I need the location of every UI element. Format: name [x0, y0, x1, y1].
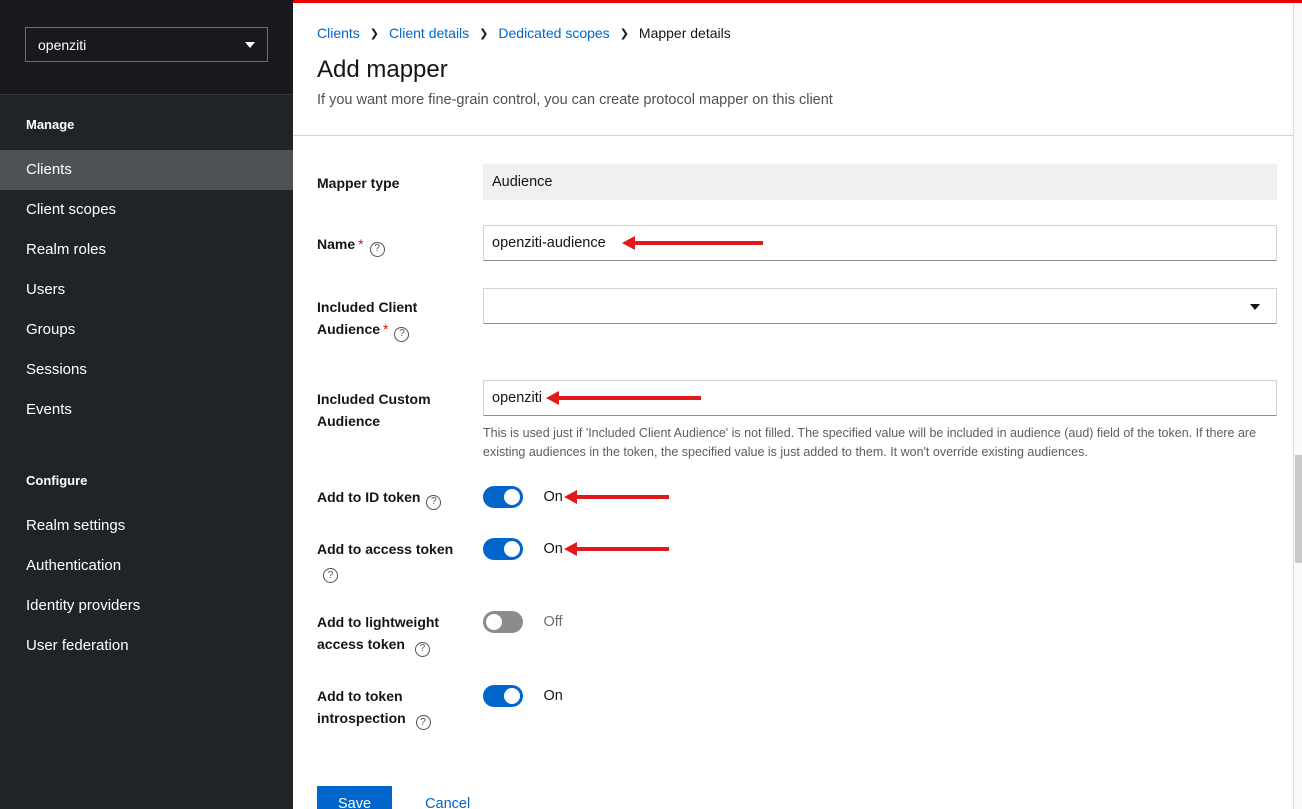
toggle-state-label: Off — [543, 611, 562, 633]
realm-selector-dropdown[interactable]: openziti — [25, 27, 268, 62]
sidebar-item-groups[interactable]: Groups — [0, 310, 293, 350]
nav-section-title: Manage — [0, 95, 293, 150]
sidebar: openziti Manage Clients Client scopes Re… — [0, 0, 293, 809]
page-title: Add mapper — [317, 55, 1277, 85]
included-custom-audience-row: Included Custom Audience This is used ju… — [317, 380, 1277, 463]
chevron-down-icon — [245, 42, 255, 48]
breadcrumb-separator-icon — [479, 25, 488, 43]
name-label: Name* — [317, 225, 483, 261]
mapper-type-row: Mapper type — [317, 164, 1277, 200]
breadcrumb-current: Mapper details — [639, 24, 731, 42]
help-icon[interactable] — [415, 642, 430, 657]
required-asterisk: * — [358, 236, 363, 252]
sidebar-header: openziti — [0, 0, 293, 95]
sidebar-item-clients[interactable]: Clients — [0, 150, 293, 190]
included-client-audience-row: Included Client Audience* — [317, 288, 1277, 342]
add-to-token-introspection-row: Add to token introspection On — [317, 685, 1277, 731]
scrollbar-thumb[interactable] — [1295, 455, 1302, 563]
annotation-arrow — [577, 495, 669, 499]
app-window: openziti Manage Clients Client scopes Re… — [0, 0, 1302, 809]
toggle-knob — [504, 688, 520, 704]
breadcrumb-separator-icon — [620, 25, 629, 43]
included-client-audience-label: Included Client Audience* — [317, 288, 483, 342]
included-custom-audience-label: Included Custom Audience — [317, 380, 483, 463]
sidebar-item-realm-settings[interactable]: Realm settings — [0, 506, 293, 546]
toggle-knob — [504, 489, 520, 505]
main-content: Clients Client details Dedicated scopes … — [293, 0, 1302, 809]
breadcrumb: Clients Client details Dedicated scopes … — [317, 24, 1277, 42]
help-icon[interactable] — [426, 495, 441, 510]
save-button[interactable]: Save — [317, 786, 392, 809]
page-subtitle: If you want more fine-grain control, you… — [317, 90, 1277, 110]
content-header: Clients Client details Dedicated scopes … — [293, 3, 1302, 136]
vertical-scrollbar[interactable] — [1293, 3, 1302, 809]
add-mapper-form: Mapper type Name* Included Clie — [293, 136, 1302, 809]
add-to-access-token-label: Add to access token — [317, 538, 483, 584]
toggle-knob — [504, 541, 520, 557]
add-to-token-introspection-label: Add to token introspection — [317, 685, 483, 731]
add-to-id-token-row: Add to ID token On — [317, 486, 1277, 510]
breadcrumb-separator-icon — [370, 25, 379, 43]
toggle-state-label: On — [543, 685, 562, 707]
included-custom-audience-field[interactable] — [483, 380, 1277, 416]
nav-section-manage: Manage Clients Client scopes Realm roles… — [0, 95, 293, 430]
cancel-link[interactable]: Cancel — [425, 796, 470, 809]
name-field[interactable] — [483, 225, 1277, 261]
add-to-token-introspection-toggle[interactable] — [483, 685, 523, 707]
nav-section-configure: Configure Realm settings Authentication … — [0, 430, 293, 666]
add-to-id-token-toggle[interactable] — [483, 486, 523, 508]
annotation-arrow — [577, 547, 669, 551]
included-client-audience-select[interactable] — [483, 288, 1277, 324]
breadcrumb-link-client-details[interactable]: Client details — [389, 24, 469, 42]
sidebar-item-client-scopes[interactable]: Client scopes — [0, 190, 293, 230]
help-icon[interactable] — [416, 715, 431, 730]
help-icon[interactable] — [394, 327, 409, 342]
nav-section-title: Configure — [0, 430, 293, 506]
sidebar-item-realm-roles[interactable]: Realm roles — [0, 230, 293, 270]
sidebar-item-users[interactable]: Users — [0, 270, 293, 310]
toggle-state-label: On — [543, 538, 562, 560]
mapper-type-label: Mapper type — [317, 164, 483, 200]
help-icon[interactable] — [370, 242, 385, 257]
included-custom-audience-helper: This is used just if 'Included Client Au… — [483, 424, 1277, 463]
sidebar-item-authentication[interactable]: Authentication — [0, 546, 293, 586]
sidebar-item-events[interactable]: Events — [0, 390, 293, 430]
sidebar-nav: Manage Clients Client scopes Realm roles… — [0, 95, 293, 666]
add-to-lightweight-access-token-label: Add to lightweight access token — [317, 611, 483, 657]
help-icon[interactable] — [323, 568, 338, 583]
toggle-state-label: On — [543, 486, 562, 508]
realm-selector-value: openziti — [38, 37, 86, 53]
form-actions: Save Cancel — [317, 786, 1277, 809]
add-to-access-token-toggle[interactable] — [483, 538, 523, 560]
required-asterisk: * — [383, 321, 388, 337]
sidebar-item-identity-providers[interactable]: Identity providers — [0, 586, 293, 626]
sidebar-item-user-federation[interactable]: User federation — [0, 626, 293, 666]
add-to-access-token-row: Add to access token On — [317, 538, 1277, 584]
breadcrumb-link-dedicated-scopes[interactable]: Dedicated scopes — [498, 24, 609, 42]
add-to-lightweight-access-token-toggle[interactable] — [483, 611, 523, 633]
sidebar-item-sessions[interactable]: Sessions — [0, 350, 293, 390]
name-row: Name* — [317, 225, 1277, 261]
toggle-knob — [486, 614, 502, 630]
breadcrumb-link-clients[interactable]: Clients — [317, 24, 360, 42]
add-to-id-token-label: Add to ID token — [317, 486, 483, 510]
mapper-type-field — [483, 164, 1277, 200]
chevron-down-icon — [1250, 304, 1260, 310]
add-to-lightweight-access-token-row: Add to lightweight access token Off — [317, 611, 1277, 657]
